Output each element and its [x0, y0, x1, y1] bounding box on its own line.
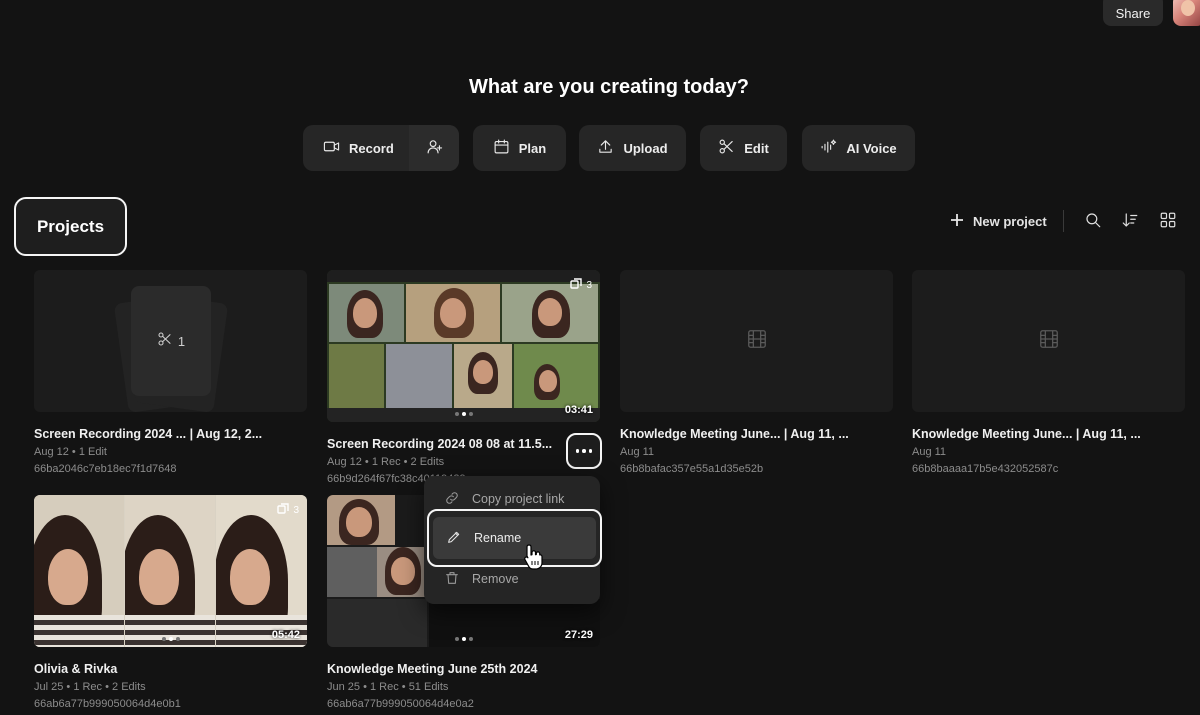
page-heading: What are you creating today? — [468, 76, 750, 98]
slide-indicator — [454, 637, 473, 641]
video-camera-icon — [323, 138, 340, 158]
hand-cursor-icon — [524, 544, 543, 570]
project-meta: Aug 12 • 1 Edit — [34, 446, 107, 458]
sort-icon[interactable] — [1121, 211, 1141, 231]
video-tile — [514, 344, 598, 408]
project-card[interactable]: 3 05:42 Olivia & Rivka Jul 25 • 1 Rec • … — [34, 495, 307, 710]
more-options-button[interactable] — [566, 433, 602, 469]
new-project-button[interactable]: New project — [950, 210, 1047, 232]
slide-indicator — [161, 637, 180, 641]
project-thumbnail[interactable] — [620, 270, 893, 412]
project-card[interactable]: 3 03:41 Screen Recording 2024 08 08 at 1… — [327, 270, 600, 485]
edit-button[interactable]: Edit — [700, 125, 787, 171]
layers-icon — [570, 278, 583, 293]
remove-label: Remove — [472, 572, 519, 586]
clip-count: 3 — [293, 505, 299, 516]
project-title[interactable]: Olivia & Rivka — [34, 662, 307, 676]
project-card[interactable]: Knowledge Meeting June... | Aug 11, ... … — [620, 270, 893, 475]
grid-view-icon[interactable] — [1159, 211, 1179, 231]
video-tile — [327, 547, 427, 597]
video-tile — [125, 495, 215, 647]
stack-card-front: 1 — [131, 286, 211, 396]
project-title[interactable]: Knowledge Meeting June 25th 2024 — [327, 662, 600, 676]
rename-menu-item[interactable]: Rename — [427, 509, 602, 567]
search-icon[interactable] — [1084, 211, 1104, 231]
video-topbar — [327, 270, 600, 282]
add-user-icon — [426, 138, 443, 158]
upload-button[interactable]: Upload — [579, 125, 686, 171]
scissors-icon — [157, 331, 173, 352]
share-button[interactable]: Share — [1103, 0, 1163, 26]
video-tile — [386, 344, 452, 408]
upload-label: Upload — [623, 140, 668, 156]
link-icon — [444, 490, 460, 509]
video-tile — [34, 495, 124, 647]
project-context-menu: Copy project link Rename Remove — [424, 476, 602, 604]
project-title[interactable]: Knowledge Meeting June... | Aug 11, ... — [620, 427, 893, 441]
project-card[interactable]: Knowledge Meeting June... | Aug 11, ... … — [912, 270, 1185, 475]
video-tile — [327, 599, 427, 647]
project-id: 66ba2046c7eb18ec7f1d7648 — [34, 463, 177, 475]
scissors-icon — [718, 138, 735, 158]
video-tile — [406, 284, 500, 342]
plan-label: Plan — [518, 140, 547, 156]
calendar-icon — [493, 138, 510, 158]
project-thumbnail[interactable]: 3 03:41 — [327, 270, 600, 422]
project-thumbnail[interactable]: 1 — [34, 270, 307, 412]
edit-count: 1 — [177, 333, 186, 349]
video-tile — [327, 495, 395, 545]
invite-button[interactable] — [409, 125, 459, 171]
project-meta: Jul 25 • 1 Rec • 2 Edits — [34, 681, 146, 693]
video-duration: 27:29 — [564, 629, 593, 641]
project-thumbnail[interactable] — [912, 270, 1185, 412]
project-meta: Aug 11 — [912, 446, 947, 458]
trash-icon — [444, 570, 460, 589]
video-tile — [329, 344, 384, 408]
pencil-icon — [446, 529, 462, 548]
project-meta: Aug 11 — [620, 446, 655, 458]
project-id: 66b8baaaa17b5e432052587c — [912, 463, 1059, 475]
remove-menu-item[interactable]: Remove — [424, 562, 600, 596]
video-tile — [329, 284, 404, 342]
plan-button[interactable]: Plan — [473, 125, 566, 171]
clip-count-badge: 3 — [570, 278, 592, 293]
slide-indicator — [454, 412, 473, 416]
copy-link-label: Copy project link — [472, 492, 565, 506]
project-id: 66ab6a77b999050064d4e0a2 — [327, 698, 474, 710]
project-meta: Jun 25 • 1 Rec • 51 Edits — [327, 681, 449, 693]
project-title[interactable]: Screen Recording 2024 08 08 at 11.5... — [327, 437, 600, 451]
projects-tab[interactable]: Projects — [14, 197, 127, 256]
video-tile — [454, 344, 512, 408]
rename-label: Rename — [474, 531, 522, 545]
record-label: Record — [349, 140, 394, 156]
clip-count-badge: 3 — [277, 503, 299, 518]
project-card[interactable]: 1 Screen Recording 2024 ... | Aug 12, 2.… — [34, 270, 307, 475]
avatar[interactable] — [1173, 0, 1200, 26]
clip-count: 3 — [586, 280, 592, 291]
plus-icon — [950, 213, 964, 230]
project-meta: Aug 12 • 1 Rec • 2 Edits — [327, 456, 445, 468]
project-id: 66b8bafac357e55a1d35e52b — [620, 463, 764, 475]
project-title[interactable]: Knowledge Meeting June... | Aug 11, ... — [912, 427, 1185, 441]
record-button[interactable]: Record — [303, 125, 459, 171]
upload-icon — [597, 138, 614, 158]
project-title[interactable]: Screen Recording 2024 ... | Aug 12, 2... — [34, 427, 307, 441]
ai-voice-icon — [820, 138, 837, 158]
video-duration: 03:41 — [564, 404, 593, 416]
ai-voice-button[interactable]: AI Voice — [802, 125, 915, 171]
ai-voice-label: AI Voice — [846, 140, 897, 156]
project-thumbnail[interactable]: 3 05:42 — [34, 495, 307, 647]
video-duration: 05:42 — [271, 629, 300, 641]
project-id: 66ab6a77b999050064d4e0b1 — [34, 698, 181, 710]
new-project-label: New project — [973, 213, 1047, 229]
edit-label: Edit — [744, 140, 769, 156]
layers-icon — [277, 503, 290, 518]
film-icon — [746, 328, 768, 355]
toolbar-divider — [1063, 210, 1064, 232]
film-icon — [1038, 328, 1060, 355]
